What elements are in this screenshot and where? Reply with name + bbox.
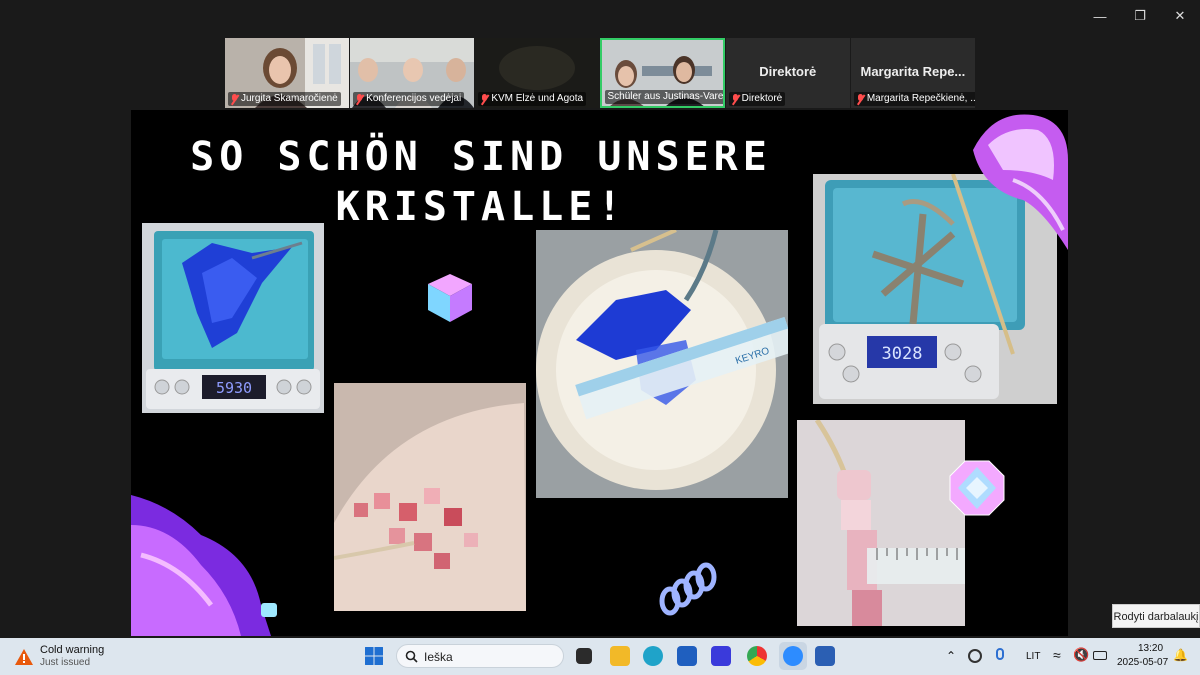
decorative-chrome-shape-top bbox=[973, 114, 1068, 250]
word-icon[interactable] bbox=[815, 646, 835, 666]
chevron-up-icon[interactable]: ⌃ bbox=[946, 649, 956, 663]
participant-tile[interactable]: Konferencijos vedėjai bbox=[350, 38, 475, 108]
show-desktop-tooltip: Rodyti darbalaukį bbox=[1112, 604, 1200, 628]
decorative-gem-icon bbox=[949, 460, 1005, 516]
participant-strip: Jurgita Skamaročienė Konferencijos vedėj… bbox=[225, 38, 975, 108]
language-indicator[interactable]: LIT bbox=[1026, 651, 1040, 662]
microphone-icon[interactable] bbox=[996, 648, 1004, 660]
mic-muted-icon bbox=[355, 93, 364, 105]
participant-label: Jurgita Skamaročienė bbox=[228, 92, 341, 106]
window-controls: — ❐ ✕ bbox=[1080, 0, 1200, 32]
volume-muted-icon[interactable]: 🔇 bbox=[1073, 647, 1089, 663]
decorative-chrome-shape-bottom bbox=[131, 495, 277, 636]
participant-label: Konferencijos vedėjai bbox=[353, 92, 465, 106]
mic-muted-icon bbox=[856, 93, 865, 105]
weather-widget[interactable]: Cold warning Just issued bbox=[14, 644, 104, 669]
participant-label: KVM Elzė und Agota bbox=[478, 92, 587, 106]
decorative-cube-icon bbox=[428, 274, 472, 322]
start-windows-icon[interactable] bbox=[364, 646, 384, 666]
photo-blue-crystal-scale: 5930 bbox=[142, 223, 324, 413]
sync-icon[interactable] bbox=[968, 649, 982, 663]
file-explorer-icon[interactable] bbox=[610, 646, 630, 666]
photo-blue-crystal-bowl: KEYRO bbox=[536, 230, 788, 498]
battery-icon[interactable] bbox=[1093, 651, 1107, 660]
notification-bell-icon[interactable]: 🔔 bbox=[1173, 648, 1188, 662]
shared-screen-slide: SO SCHÖN SIND UNSERE KRISTALLE! 5930 KEY… bbox=[131, 110, 1068, 636]
chrome-icon[interactable] bbox=[747, 646, 767, 666]
app-icon[interactable] bbox=[711, 646, 731, 666]
photo-pink-crystals-hand bbox=[334, 383, 526, 611]
edge-icon[interactable] bbox=[643, 646, 663, 666]
decorative-spring-icon bbox=[659, 562, 717, 616]
mic-muted-icon bbox=[230, 93, 239, 105]
participant-tile[interactable]: Direktorė Direktorė bbox=[725, 38, 850, 108]
minimize-icon[interactable]: — bbox=[1080, 0, 1120, 32]
participant-tile[interactable]: Jurgita Skamaročienė bbox=[225, 38, 350, 108]
scale-display-2: 3028 bbox=[882, 344, 923, 364]
mic-muted-icon bbox=[731, 93, 740, 105]
weather-title: Cold warning bbox=[40, 644, 105, 656]
zoom-active-bg[interactable] bbox=[779, 642, 807, 670]
participant-tile-active-speaker[interactable]: Schüler aus Justinas-Vareikis bbox=[600, 38, 725, 108]
wifi-icon[interactable]: ≈ bbox=[1053, 647, 1061, 663]
mic-muted-icon bbox=[480, 93, 489, 105]
slide-title: SO SCHÖN SIND UNSERE KRISTALLE! bbox=[190, 134, 772, 230]
participant-tile[interactable]: Margarita Repe... Margarita Repečkienė, … bbox=[850, 38, 975, 108]
participant-tile[interactable]: KVM Elzė und Agota bbox=[475, 38, 600, 108]
warning-icon bbox=[15, 648, 33, 665]
weather-subtitle: Just issued bbox=[40, 657, 91, 668]
search-icon bbox=[405, 650, 418, 663]
participant-display-name: Direktorė bbox=[759, 64, 817, 79]
participant-label: Direktorė bbox=[728, 92, 786, 106]
search-placeholder: Ieška bbox=[424, 650, 453, 664]
participant-label: Schüler aus Justinas-Vareikis bbox=[605, 90, 723, 104]
photo-pink-crystal-string bbox=[797, 420, 965, 626]
clock-date[interactable]: 2025-05-07 bbox=[1117, 657, 1168, 668]
zoom-icon bbox=[783, 646, 803, 666]
clock-time[interactable]: 13:20 bbox=[1138, 643, 1163, 654]
taskbar: Cold warning Just issued Ieška ⌃ LIT ≈ 🔇… bbox=[0, 638, 1200, 675]
task-view-icon[interactable] bbox=[576, 648, 592, 664]
close-icon[interactable]: ✕ bbox=[1160, 0, 1200, 32]
store-icon[interactable] bbox=[677, 646, 697, 666]
scale-display-1: 5930 bbox=[216, 379, 252, 397]
taskbar-search[interactable]: Ieška bbox=[396, 644, 564, 668]
participant-label: Margarita Repečkienė, ... bbox=[853, 92, 975, 106]
restore-icon[interactable]: ❐ bbox=[1120, 0, 1160, 32]
participant-display-name: Margarita Repe... bbox=[860, 64, 966, 79]
